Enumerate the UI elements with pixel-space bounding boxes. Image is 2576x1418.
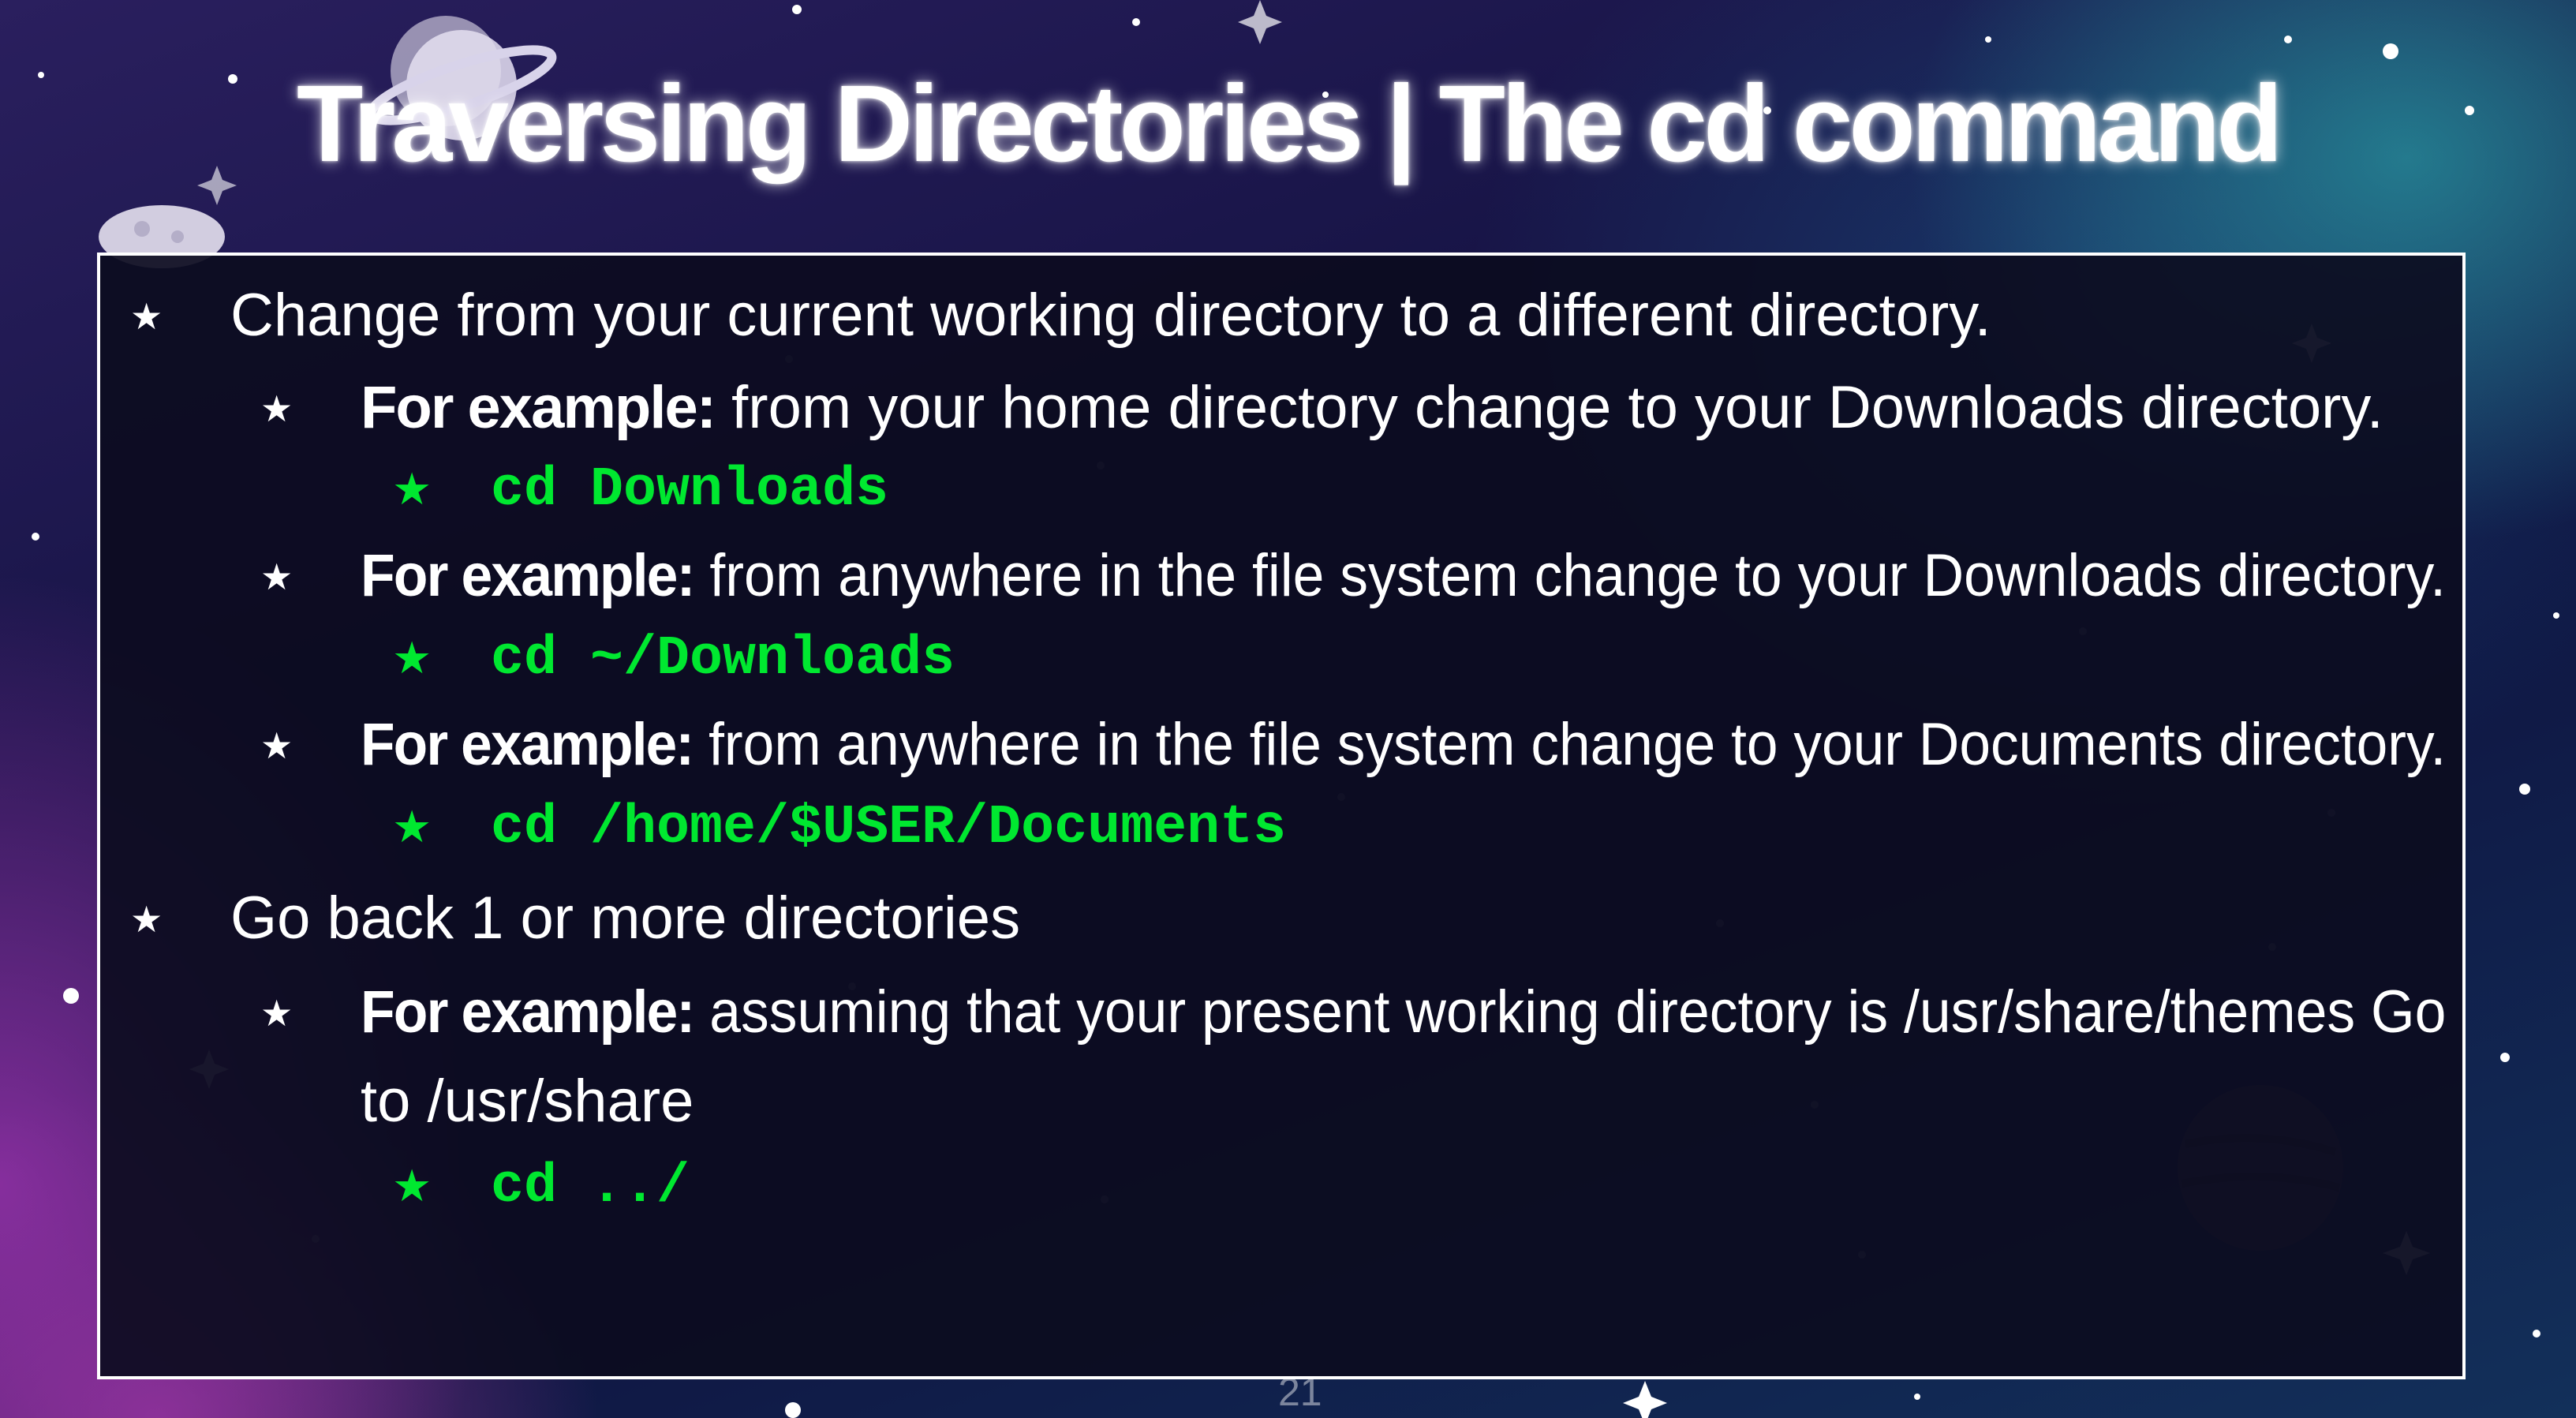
example-label: For example: xyxy=(361,542,695,609)
example-label: For example: xyxy=(361,374,716,441)
star-bullet-icon: ★ xyxy=(260,724,293,767)
star-bullet-icon: ★ xyxy=(260,556,293,598)
bullet-item: Go back 1 or more directories xyxy=(230,889,1020,948)
page-number: 21 xyxy=(1278,1370,1322,1414)
example-label: For example: xyxy=(361,711,694,778)
star-bullet-icon: ★ xyxy=(392,464,432,515)
slide-title: Traversing Directories | The cd command xyxy=(297,63,2283,185)
code-line: cd /home/$USER/Documents xyxy=(491,801,1286,856)
example-item: For example: from anywhere in the file s… xyxy=(361,715,2446,775)
bullet-text: from anywhere in the file system change … xyxy=(693,711,2447,778)
code-line: cd ~/Downloads xyxy=(491,632,955,687)
code-line: cd ../ xyxy=(491,1160,690,1215)
example-item: For example: assuming that your present … xyxy=(361,982,2446,1042)
bullet-item: Change from your current working directo… xyxy=(230,286,1991,346)
bullet-text-continuation: to /usr/share xyxy=(361,1068,694,1135)
bullet-text: assuming that your present working direc… xyxy=(694,978,2447,1046)
star-bullet-icon: ★ xyxy=(392,1161,432,1212)
code-command: cd ~/Downloads xyxy=(491,628,955,690)
code-command: cd ../ xyxy=(491,1156,690,1218)
bullet-text: from your home directory change to your … xyxy=(715,374,2383,441)
bullet-text: Change from your current working directo… xyxy=(230,282,1991,349)
star-bullet-icon: ★ xyxy=(260,992,293,1035)
bullet-text: from anywhere in the file system change … xyxy=(694,542,2446,609)
example-item: For example: from your home directory ch… xyxy=(361,378,2383,438)
star-bullet-icon: ★ xyxy=(130,898,163,941)
bullet-text: Go back 1 or more directories xyxy=(230,885,1021,952)
star-bullet-icon: ★ xyxy=(392,802,432,853)
example-item: For example: from anywhere in the file s… xyxy=(361,546,2446,606)
code-command: cd /home/$USER/Documents xyxy=(491,797,1287,859)
star-bullet-icon: ★ xyxy=(260,387,293,430)
star-bullet-icon: ★ xyxy=(392,633,432,684)
code-command: cd Downloads xyxy=(491,459,889,522)
star-bullet-icon: ★ xyxy=(130,295,163,338)
code-line: cd Downloads xyxy=(491,463,888,518)
example-label: For example: xyxy=(361,978,695,1046)
